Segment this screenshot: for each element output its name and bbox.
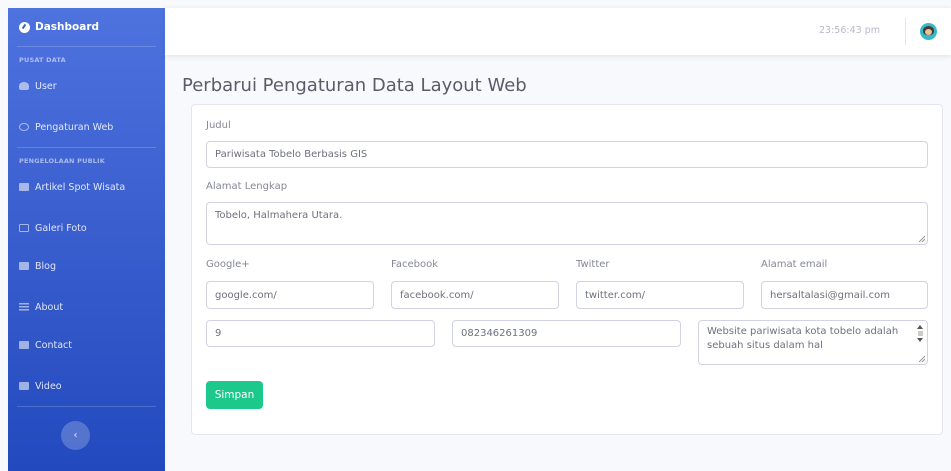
- sidebar-divider: [17, 147, 156, 148]
- newspaper-icon: [19, 183, 29, 191]
- sidebar-toggle-button[interactable]: ‹: [61, 421, 90, 450]
- sidebar-item-video[interactable]: Video: [8, 376, 165, 396]
- sidebar-item-label: User: [35, 80, 57, 92]
- sidebar-heading-pusat-data: PUSAT DATA: [19, 56, 66, 64]
- blog-icon: [19, 262, 29, 270]
- email-label: Alamat email: [761, 259, 828, 270]
- video-icon: [19, 382, 29, 390]
- scroll-up-icon: [917, 325, 923, 329]
- alamat-textarea[interactable]: Tobelo, Halmahera Utara.: [206, 202, 928, 245]
- topbar: 23:56:43 pm: [165, 8, 951, 55]
- google-label: Google+: [206, 259, 250, 270]
- twitter-input-value: twitter.com/: [585, 289, 645, 301]
- scrollbar[interactable]: [917, 325, 924, 342]
- envelope-icon: [19, 341, 29, 349]
- sidebar-divider: [17, 46, 156, 47]
- resize-handle-icon[interactable]: [919, 236, 925, 242]
- sidebar-item-label: Galeri Foto: [35, 222, 87, 234]
- twitter-label: Twitter: [576, 259, 610, 270]
- sidebar-item-label: Pengaturan Web: [35, 121, 114, 133]
- user-icon: [19, 82, 29, 90]
- globe-icon: [19, 123, 29, 131]
- sidebar-divider: [17, 406, 156, 407]
- sidebar-heading-pengelolaan-publik: PENGELOLAAN PUBLIK: [19, 157, 105, 165]
- list-icon: [19, 303, 29, 311]
- phone-input[interactable]: 082346261309: [452, 320, 681, 347]
- sidebar-item-user[interactable]: User: [8, 76, 165, 96]
- google-input[interactable]: google.com/: [206, 281, 374, 309]
- sidebar-item-gallery[interactable]: Galeri Foto: [8, 218, 165, 238]
- number-input-value: 9: [215, 328, 222, 339]
- sidebar-item-about[interactable]: About: [8, 297, 165, 317]
- number-input[interactable]: 9: [206, 320, 435, 347]
- scroll-down-icon: [917, 338, 923, 342]
- sidebar-item-label: Artikel Spot Wisata: [35, 181, 126, 193]
- sidebar-item-label: Blog: [35, 260, 56, 272]
- user-avatar[interactable]: [920, 23, 937, 40]
- facebook-input-value: facebook.com/: [400, 289, 474, 301]
- page-title: Perbarui Pengaturan Data Layout Web: [182, 75, 527, 96]
- chevron-left-icon: ‹: [73, 430, 78, 441]
- sidebar-item-label: Video: [35, 380, 62, 392]
- alamat-textarea-value: Tobelo, Halmahera Utara.: [215, 210, 343, 221]
- sidebar-brand-dashboard[interactable]: Dashboard: [8, 8, 165, 46]
- facebook-label: Facebook: [391, 259, 438, 270]
- topbar-divider: [905, 18, 906, 45]
- scroll-thumb[interactable]: [918, 331, 923, 336]
- email-input-value: hersaltalasi@gmail.com: [770, 289, 890, 301]
- sidebar-item-label: Contact: [35, 339, 72, 351]
- sidebar-item-blog[interactable]: Blog: [8, 256, 165, 276]
- dashboard-icon: [19, 21, 30, 33]
- resize-handle-icon[interactable]: [919, 356, 925, 362]
- save-button[interactable]: Simpan: [206, 381, 263, 409]
- description-textarea-value: Website pariwisata kota tobelo adalah se…: [707, 326, 899, 351]
- judul-input-value: Pariwisata Tobelo Berbasis GIS: [215, 149, 368, 160]
- description-textarea[interactable]: Website pariwisata kota tobelo adalah se…: [698, 320, 928, 365]
- sidebar-item-label: About: [35, 301, 64, 313]
- sidebar-item-contact[interactable]: Contact: [8, 335, 165, 355]
- google-input-value: google.com/: [215, 289, 277, 301]
- sidebar-item-articles[interactable]: Artikel Spot Wisata: [8, 177, 165, 197]
- phone-input-value: 082346261309: [461, 328, 538, 339]
- sidebar-item-web-settings[interactable]: Pengaturan Web: [8, 117, 165, 137]
- judul-label: Judul: [206, 120, 231, 131]
- twitter-input[interactable]: twitter.com/: [576, 281, 744, 309]
- image-icon: [19, 224, 29, 232]
- email-input[interactable]: hersaltalasi@gmail.com: [761, 281, 928, 309]
- sidebar-brand-label: Dashboard: [35, 21, 100, 33]
- sidebar: Dashboard PUSAT DATA User Pengaturan Web…: [8, 8, 165, 471]
- alamat-label: Alamat Lengkap: [206, 181, 288, 192]
- clock-text: 23:56:43 pm: [819, 25, 880, 36]
- judul-input[interactable]: Pariwisata Tobelo Berbasis GIS: [206, 141, 928, 168]
- facebook-input[interactable]: facebook.com/: [391, 281, 559, 309]
